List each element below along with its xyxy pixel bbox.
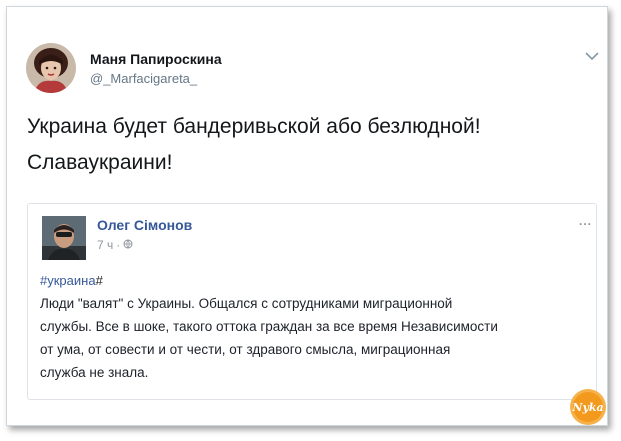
author-handle[interactable]: @_Marfacigareta_ <box>90 71 197 86</box>
hashtag-suffix: # <box>95 273 103 288</box>
hashtag-link[interactable]: #украина <box>40 273 96 288</box>
quoted-post-line: от ума, от совести и от чести, от здраво… <box>40 342 451 357</box>
quoted-post-body: Люди "валят" с Украины. Общался с сотруд… <box>40 292 590 384</box>
tweet-text-line-2: Славаукраини! <box>27 151 173 174</box>
quoted-post-meta: 7 ч · <box>97 238 133 252</box>
quoted-post-line: службы. Все в шоке, такого оттока гражда… <box>40 319 498 334</box>
quoted-post-line: служба не знала. <box>40 365 149 380</box>
tweet-text-line-1: Украина будет бандеривьской або безлюдно… <box>27 115 481 138</box>
meta-separator: · <box>116 238 121 252</box>
quoted-author-avatar[interactable] <box>42 216 86 260</box>
quoted-post-line: Люди "валят" с Украины. Общался с сотруд… <box>40 296 453 311</box>
tweet-card: Маня Папироскина @_Marfacigareta_ Украин… <box>6 6 608 426</box>
more-options-icon[interactable]: ... <box>579 214 592 228</box>
quoted-post-hashtag-line: #украина# <box>40 273 103 288</box>
globe-icon <box>123 238 133 252</box>
author-name[interactable]: Маня Папироскина <box>90 51 222 67</box>
quoted-post[interactable]: Олег Сімонов 7 ч · ... #украина# Люди "в… <box>27 203 597 400</box>
quoted-post-time[interactable]: 7 ч <box>97 238 113 252</box>
author-avatar[interactable] <box>26 43 76 93</box>
chevron-down-icon[interactable] <box>584 49 600 61</box>
nyka-logo: Nyka <box>569 388 607 426</box>
watermark-text: Nyka <box>571 401 603 414</box>
quoted-author-name[interactable]: Олег Сімонов <box>97 217 192 233</box>
